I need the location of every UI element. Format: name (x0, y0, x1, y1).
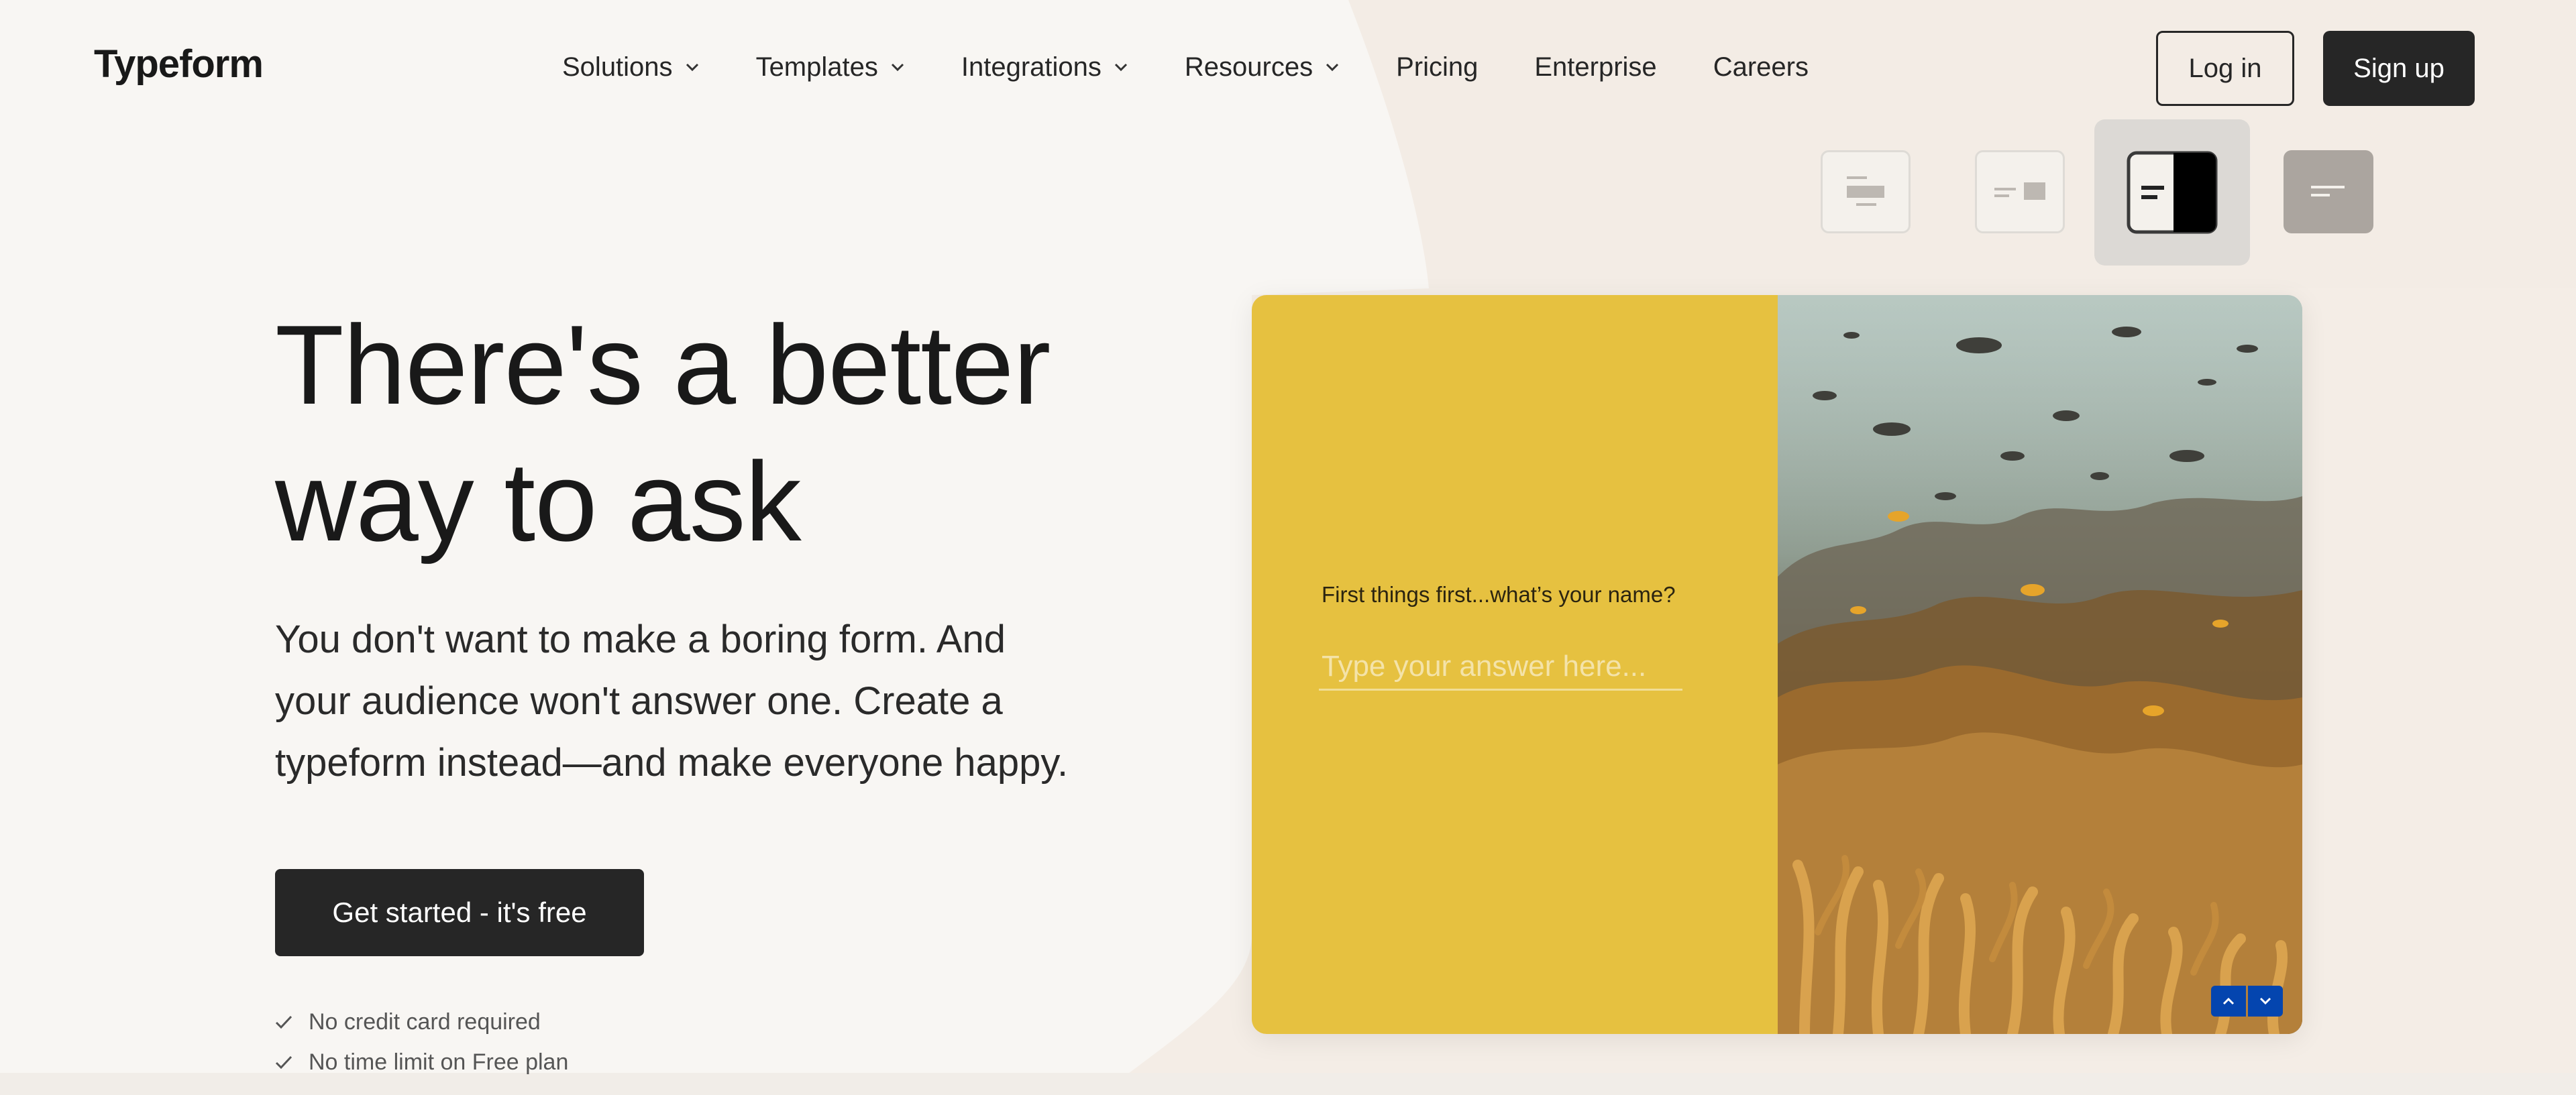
nav-enterprise[interactable]: Enterprise (1534, 52, 1656, 82)
layout-option-float[interactable] (1975, 150, 2065, 233)
hero-subtext-line3: typeform instead—and make everyone happy… (275, 741, 1069, 785)
split-layout-icon (2127, 151, 2218, 234)
checkmark-icon (275, 1055, 292, 1070)
nav-pricing-label: Pricing (1396, 52, 1479, 82)
hero-subtext: You don't want to make a boring form. An… (275, 609, 1161, 794)
hero-headline-line2: way to ask (275, 439, 802, 565)
nav-careers-label: Careers (1713, 52, 1809, 82)
nav-careers[interactable]: Careers (1713, 52, 1809, 82)
hero-subtext-line2: your audience won't answer one. Create a (275, 679, 1003, 723)
checkmark-icon (275, 1015, 292, 1029)
signup-button[interactable]: Sign up (2323, 31, 2475, 106)
form-question: First things first...what’s your name? (1322, 582, 1676, 607)
previous-question-button[interactable] (2211, 986, 2246, 1017)
nav-resources-label: Resources (1184, 52, 1313, 82)
chevron-down-icon (685, 62, 700, 72)
chevron-down-icon (1114, 62, 1128, 72)
wallpaper-layout-icon (2311, 186, 2345, 196)
benefit-item: No credit card required (275, 1002, 568, 1042)
nav-pricing[interactable]: Pricing (1396, 52, 1478, 82)
get-started-button[interactable]: Get started - it's free (275, 869, 644, 956)
nav-resources[interactable]: Resources (1185, 52, 1340, 82)
benefits-list: No credit card required No time limit on… (275, 1002, 568, 1082)
layout-option-split[interactable] (2094, 119, 2250, 266)
chevron-up-icon (2222, 997, 2235, 1005)
nav-integrations[interactable]: Integrations (961, 52, 1128, 82)
benefit-item: No time limit on Free plan (275, 1042, 568, 1082)
typeform-logo[interactable]: Typeform (94, 42, 264, 87)
main-nav: Solutions Templates Integrations Resourc… (562, 52, 1809, 82)
coral-reef-image (1778, 295, 2302, 1034)
answer-input[interactable] (1319, 644, 1682, 691)
benefit-label: No credit card required (309, 1008, 541, 1035)
float-layout-icon (1994, 182, 2045, 200)
nav-enterprise-label: Enterprise (1534, 52, 1657, 82)
hero-headline-line1: There's a better (275, 302, 1051, 428)
layout-option-stack[interactable] (1821, 150, 1911, 233)
nav-solutions[interactable]: Solutions (562, 52, 700, 82)
benefit-label: No time limit on Free plan (309, 1049, 569, 1075)
next-question-button[interactable] (2248, 986, 2283, 1017)
layout-option-wallpaper[interactable] (2284, 150, 2373, 233)
hero-subtext-line1: You don't want to make a boring form. An… (275, 618, 1006, 661)
nav-templates-label: Templates (755, 52, 878, 82)
login-button[interactable]: Log in (2156, 31, 2294, 106)
nav-integrations-label: Integrations (961, 52, 1102, 82)
chevron-down-icon (2259, 997, 2271, 1005)
nav-templates[interactable]: Templates (756, 52, 905, 82)
question-navigation (2211, 986, 2283, 1017)
form-question-panel: First things first...what’s your name? (1252, 295, 1778, 1034)
nav-solutions-label: Solutions (562, 52, 673, 82)
chevron-down-icon (890, 62, 905, 72)
chevron-down-icon (1325, 62, 1340, 72)
hero-headline: There's a better way to ask (275, 296, 1147, 570)
form-preview-card: First things first...what’s your name? (1252, 295, 2302, 1034)
stack-layout-icon (1847, 176, 1884, 206)
